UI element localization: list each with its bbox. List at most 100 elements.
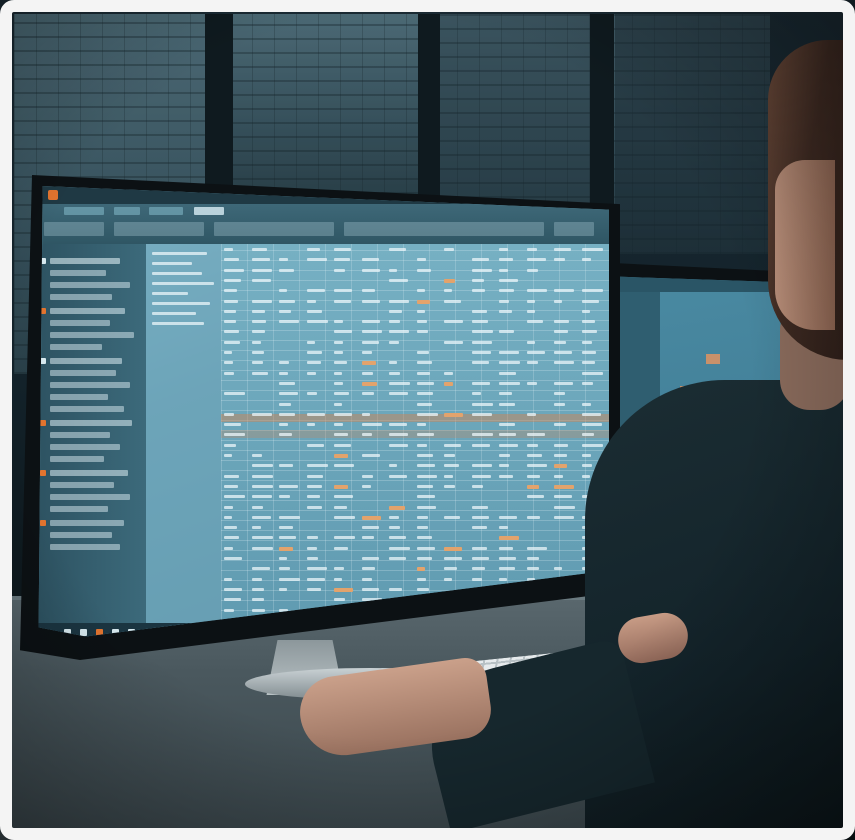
- grid-cell: [306, 340, 315, 344]
- grid-cell: [499, 258, 513, 262]
- grid-cell: [224, 474, 239, 478]
- grid-cell: [526, 474, 540, 478]
- grid-cell: [334, 248, 351, 251]
- grid-cell: [554, 248, 571, 251]
- grid-cell: [389, 330, 409, 334]
- grid-cell: [554, 320, 569, 324]
- grid-cell: [361, 577, 372, 581]
- grid-cell: [224, 557, 242, 560]
- grid-cell: [499, 361, 520, 365]
- grid-cell: [279, 546, 293, 551]
- grid-cell: [471, 443, 490, 447]
- grid-cell: [581, 381, 593, 385]
- grid-cell: [224, 248, 233, 251]
- grid-cell: [306, 464, 328, 468]
- grid-cell: [499, 515, 517, 519]
- grid-cell: [389, 320, 400, 324]
- grid-cell: [581, 423, 602, 427]
- grid-cell: [499, 526, 508, 530]
- grid-cell: [444, 248, 454, 251]
- grid-cell: [251, 505, 263, 509]
- grid-cell: [471, 309, 487, 313]
- grid-cell: [471, 505, 488, 509]
- grid-cell: [581, 433, 594, 437]
- grid-cell: [224, 340, 240, 344]
- grid-cell: [526, 351, 545, 354]
- person-face: [775, 160, 835, 330]
- grid-cell: [471, 474, 491, 478]
- grid-cell: [416, 381, 434, 385]
- grid-cell: [416, 546, 435, 550]
- grid-cell: [279, 423, 288, 427]
- grid-cell: [224, 587, 242, 591]
- grid-cell: [554, 474, 563, 478]
- grid-cell: [581, 371, 603, 375]
- grid-cell: [416, 320, 427, 324]
- grid-cell: [581, 340, 592, 344]
- grid-cell: [416, 371, 430, 375]
- grid-cell: [279, 526, 293, 530]
- grid-cell: [526, 443, 538, 447]
- grid-cell: [224, 505, 233, 509]
- grid-cell: [224, 258, 239, 262]
- grid-cell: [444, 340, 463, 344]
- grid-cell: [389, 268, 397, 272]
- grid-cell: [361, 299, 380, 303]
- grid-cell: [279, 268, 294, 272]
- grid-cell: [389, 309, 402, 313]
- grid-cell: [416, 299, 430, 304]
- grid-cell: [251, 454, 262, 457]
- grid-cell: [554, 454, 567, 457]
- grid-cell: [224, 443, 236, 447]
- grid-cell: [554, 495, 572, 499]
- grid-cell: [334, 495, 353, 499]
- grid-cell: [334, 381, 343, 385]
- grid-cell: [526, 258, 546, 262]
- grid-cell: [526, 361, 538, 365]
- grid-cell: [279, 392, 298, 396]
- grid-cell: [334, 340, 343, 344]
- grid-cell: [334, 268, 345, 272]
- grid-cell: [251, 309, 265, 313]
- grid-cell: [471, 330, 493, 334]
- grid-cell: [306, 443, 324, 447]
- grid-cell: [416, 268, 431, 272]
- grid-cell: [334, 330, 352, 334]
- grid-cell: [224, 392, 245, 396]
- grid-cell: [416, 577, 426, 581]
- grid-cell: [361, 340, 379, 344]
- grid-cell: [334, 464, 354, 468]
- grid-cell: [526, 381, 537, 385]
- grid-cell: [251, 464, 273, 468]
- grid-cell: [554, 515, 574, 519]
- grid-cell: [224, 299, 238, 303]
- grid-cell: [526, 567, 539, 571]
- grid-cell: [361, 536, 374, 540]
- grid-cell: [334, 567, 344, 571]
- grid-cell: [499, 443, 518, 447]
- grid-cell: [334, 258, 350, 262]
- grid-cell: [526, 557, 539, 560]
- grid-cell: [334, 392, 349, 396]
- grid-cell: [389, 340, 399, 344]
- grid-cell: [499, 567, 515, 571]
- grid-cell: [499, 268, 508, 272]
- grid-cell: [224, 454, 232, 457]
- grid-cell: [554, 351, 572, 354]
- grid-cell: [334, 484, 348, 489]
- grid-cell: [499, 309, 512, 313]
- grid-cell: [389, 433, 408, 437]
- grid-cell: [251, 515, 271, 519]
- grid-cell: [361, 484, 371, 488]
- grid-cell: [554, 402, 565, 406]
- grid-cell: [389, 299, 409, 303]
- grid-cell: [444, 371, 453, 375]
- grid-cell: [361, 320, 380, 324]
- grid-cell: [224, 433, 245, 437]
- grid-cell: [389, 557, 406, 560]
- grid-cell: [361, 381, 377, 386]
- grid-cell: [471, 381, 490, 385]
- grid-cell: [306, 392, 317, 396]
- grid-cell: [471, 361, 489, 365]
- grid-cell: [554, 484, 574, 489]
